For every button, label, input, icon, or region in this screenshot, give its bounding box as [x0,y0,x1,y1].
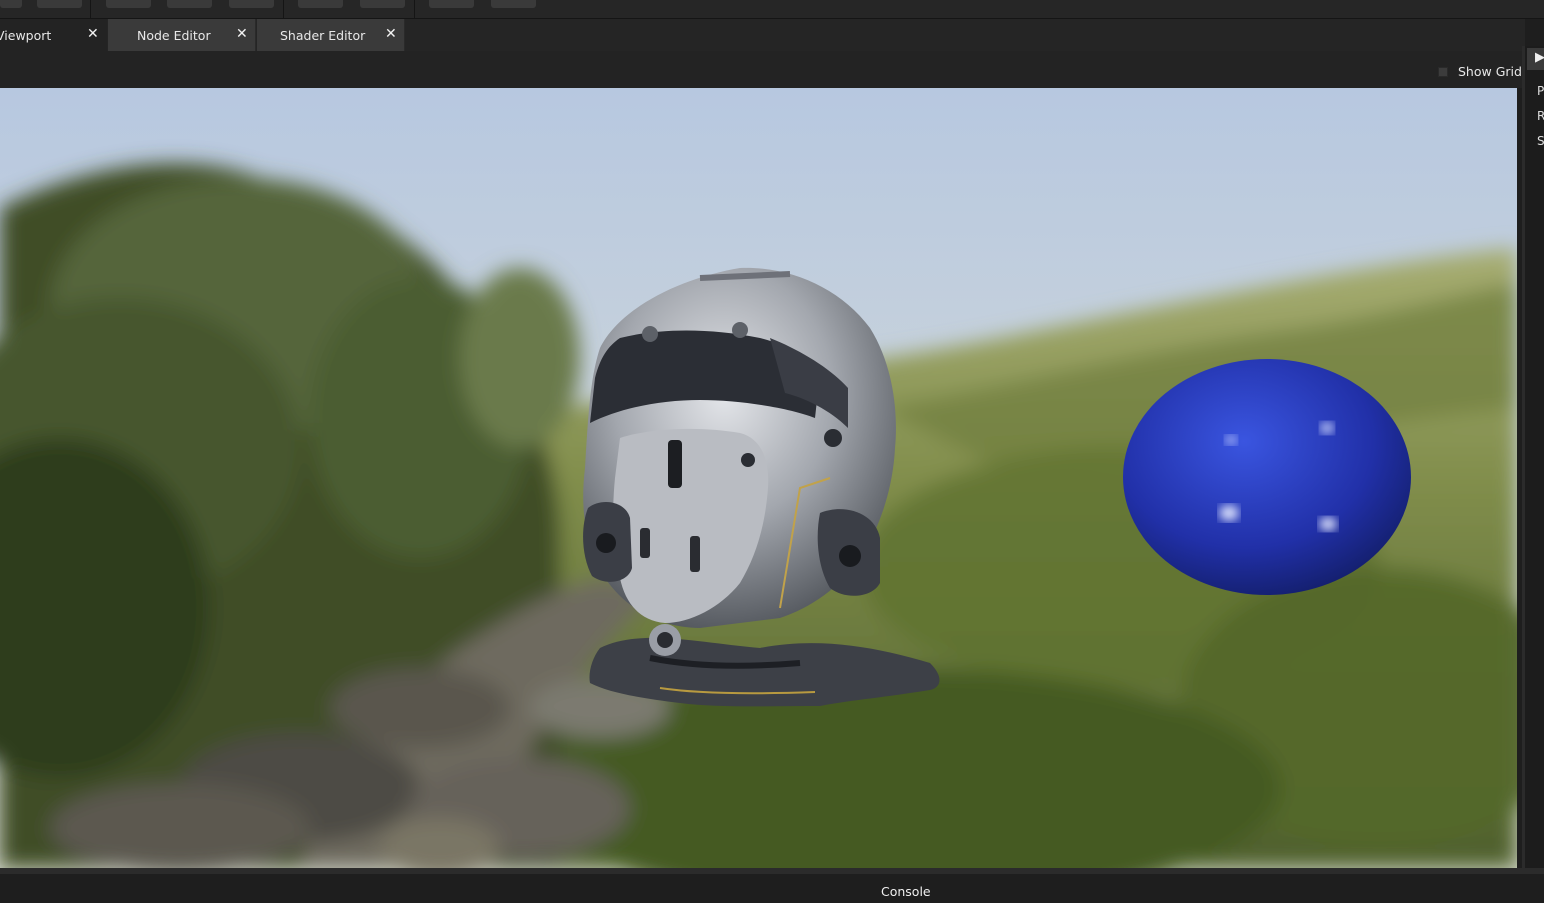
console-tab-label[interactable]: Console [881,884,931,899]
tab-node-editor[interactable]: Node Editor ✕ [108,19,256,51]
toolbar-separator [283,0,284,18]
viewport-header [0,51,1525,88]
toolbar-button-9[interactable] [491,0,536,8]
toolbar-button-4[interactable] [167,0,212,8]
toolbar-button-5[interactable] [229,0,274,8]
property-position-label: P [1537,84,1544,98]
properties-panel [1522,46,1544,873]
toolbar-separator [414,0,415,18]
show-grid-checkbox[interactable] [1438,67,1448,77]
close-icon[interactable]: ✕ [236,26,248,42]
tab-label: Node Editor [137,28,211,43]
sphere-model[interactable] [1123,359,1411,595]
tab-label: Shader Editor [280,28,366,43]
toolbar-button-7[interactable] [360,0,405,8]
toolbar-button-3[interactable] [106,0,151,8]
close-icon[interactable]: ✕ [87,26,99,42]
toolbar-button-6[interactable] [298,0,343,8]
tab-viewport[interactable]: Viewport ✕ [0,19,107,51]
toolbar-button-2[interactable] [37,0,82,8]
property-rotation-label: R [1537,109,1544,123]
editor-tab-bar: Viewport ✕ Node Editor ✕ Shader Editor ✕ [0,19,1525,51]
tab-shader-editor[interactable]: Shader Editor ✕ [257,19,405,51]
toolbar-button-1[interactable] [0,0,22,8]
3d-viewport[interactable] [0,88,1517,868]
top-toolbar [0,0,1544,19]
property-scale-label: S [1537,134,1544,148]
tab-label: Viewport [0,28,52,43]
play-arrow-icon: ▶ [1535,50,1544,65]
viewport-scene [0,88,1517,868]
toolbar-separator [90,0,91,18]
close-icon[interactable]: ✕ [385,26,397,42]
console-panel[interactable] [0,874,1544,903]
toolbar-button-8[interactable] [429,0,474,8]
show-grid-label: Show Grid [1458,64,1522,79]
